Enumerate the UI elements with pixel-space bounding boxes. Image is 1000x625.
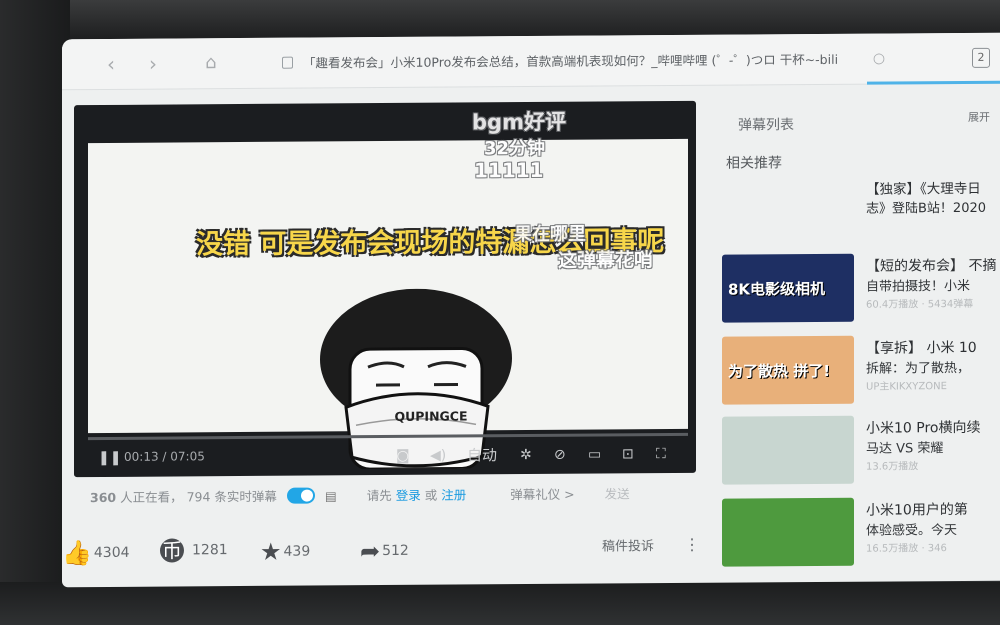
- thumbs-up-icon: 👍: [62, 539, 92, 568]
- player-controls: ❚❚ 00:13 / 07:05 ◙ ◀) 自动 ✲ ⊘ ▭ ⊡ ⛶: [74, 432, 696, 477]
- home-icon[interactable]: ⌂: [200, 52, 222, 74]
- url-field[interactable]: 「趣看发布会」小米10Pro发布会总结，首款高端机表现如何？_哔哩哔哩 (゜-゜…: [282, 49, 882, 73]
- volume-icon[interactable]: ◀): [430, 447, 446, 465]
- related-meta: 13.6万播放: [866, 461, 919, 473]
- related-header: 相关推荐: [726, 155, 782, 172]
- send-button[interactable]: 发送: [605, 486, 630, 501]
- player-top-area: [74, 101, 696, 141]
- url-text: 「趣看发布会」小米10Pro发布会总结，首款高端机表现如何？_哔哩哔哩 (゜-゜…: [303, 51, 839, 71]
- related-subtitle: 自带拍摄技！小米: [866, 278, 971, 295]
- related-item[interactable]: 8K电影级相机 【短的发布会】 不摘自带拍摄技！小米 60.4万播放 · 5434弹…: [722, 253, 1000, 325]
- share-arrow-icon: ➦: [360, 537, 381, 566]
- related-subtitle: 马达 VS 荣耀: [866, 441, 944, 457]
- tab-indicator: [867, 80, 1000, 85]
- star-icon: ★: [260, 537, 282, 566]
- forward-icon[interactable]: ›: [142, 52, 164, 76]
- lock-icon: [282, 56, 293, 69]
- related-thumbnail[interactable]: 为了散热 拼了!: [722, 335, 854, 405]
- related-title[interactable]: 小米10 Pro横向续: [866, 417, 1000, 438]
- danmaku-toggle-icon[interactable]: ⊘: [554, 446, 566, 464]
- related-title[interactable]: 小米10用户的第: [866, 499, 1000, 520]
- favorite-count: 439: [283, 543, 311, 560]
- related-item[interactable]: 为了散热 拼了! 【享拆】 小米 10 拆解：为了散热， UP主KIKXYZONE: [722, 335, 1000, 407]
- time-display: 00:13 / 07:05: [124, 449, 205, 464]
- danmaku-item: 11111: [474, 157, 544, 183]
- favorite-button[interactable]: ★ 439: [260, 538, 310, 566]
- fullscreen-icon[interactable]: ⛶: [656, 445, 666, 463]
- quality-selector[interactable]: 自动: [467, 446, 497, 464]
- danmaku-count: 794: [186, 489, 211, 505]
- danmaku-etiquette-link[interactable]: 弹幕礼仪 >: [510, 487, 574, 502]
- coin-icon: 币: [160, 538, 184, 563]
- monitor-bezel-bottom: [0, 582, 1000, 625]
- danmaku-info-bar: 360 人正在看， 794 条实时弹幕 ▤ 请先 登录 或 注册 弹幕礼仪 > …: [90, 483, 630, 506]
- expand-button[interactable]: 展开: [968, 109, 990, 125]
- danmaku-item: bgm好评: [472, 109, 566, 135]
- report-button[interactable]: 稿件投诉: [602, 535, 654, 554]
- danmaku-suffix: 条实时弹幕: [214, 488, 277, 505]
- related-subtitle: 拆解：为了散热，: [866, 360, 971, 377]
- related-list: 8K电影级相机 【短的发布会】 不摘自带拍摄技！小米 60.4万播放 · 5434弹…: [710, 93, 1000, 567]
- register-link[interactable]: 注册: [441, 487, 466, 502]
- related-meta: UP主KIKXYZONE: [866, 381, 947, 393]
- danmaku-item: 果在哪里: [514, 223, 586, 246]
- first-rec-sub: 志》登陆B站！2020: [866, 200, 987, 217]
- related-item[interactable]: 小米10用户的第体验感受。今天 16.5万播放 · 346: [722, 497, 1000, 569]
- related-thumbnail[interactable]: [722, 497, 854, 567]
- danmaku-switch[interactable]: [286, 487, 315, 504]
- login-link[interactable]: 登录: [396, 488, 421, 503]
- related-thumbnail[interactable]: [722, 415, 854, 485]
- login-prompt: 请先: [366, 487, 392, 504]
- related-title[interactable]: 【短的发布会】 不摘: [866, 255, 1000, 276]
- like-count: 4304: [93, 544, 130, 562]
- like-button[interactable]: 👍 4304: [62, 539, 130, 567]
- pause-icon[interactable]: ❚❚: [98, 449, 121, 467]
- refresh-icon[interactable]: ○: [868, 47, 890, 69]
- video-player[interactable]: 没错 可是发布会现场的特漏怎么回事呢 QUPINGCE bgm好评 32分钟 1…: [74, 100, 696, 478]
- first-rec-title[interactable]: 【独家】《大理寺日: [866, 177, 981, 198]
- bilibili-tv-icon[interactable]: ◙: [396, 447, 410, 465]
- share-button[interactable]: ➦ 512: [360, 537, 409, 565]
- share-count: 512: [382, 542, 409, 560]
- thumbnail-caption: 为了散热 拼了!: [728, 361, 831, 381]
- related-item[interactable]: 小米10 Pro横向续马达 VS 荣耀 13.6万播放: [722, 415, 1000, 487]
- related-title[interactable]: 【享拆】 小米 10: [866, 337, 1000, 358]
- mask-text: QUPINGCE: [394, 408, 468, 424]
- browser-window: ‹ › ⌂ 「趣看发布会」小米10Pro发布会总结，首款高端机表现如何？_哔哩哔…: [62, 32, 1000, 588]
- coin-count: 1281: [192, 542, 228, 559]
- related-meta: 16.5万播放 · 346: [866, 543, 947, 555]
- more-options-icon[interactable]: ⋮: [684, 535, 700, 554]
- settings-gear-icon[interactable]: ✲: [520, 446, 532, 464]
- monitor-bezel-left: [0, 0, 70, 625]
- back-icon[interactable]: ‹: [100, 52, 122, 76]
- or-text: 或: [424, 487, 438, 503]
- address-bar: ‹ › ⌂ 「趣看发布会」小米10Pro发布会总结，首款高端机表现如何？_哔哩哔…: [62, 32, 1000, 91]
- related-subtitle: 体验感受。今天: [866, 523, 958, 539]
- webpage-fullscreen-icon[interactable]: ⊡: [622, 445, 634, 463]
- video-frame[interactable]: 没错 可是发布会现场的特漏怎么回事呢 QUPINGCE: [88, 138, 688, 471]
- related-meta: 60.4万播放 · 5434弹幕: [866, 298, 974, 311]
- time-current: 00:13: [124, 449, 159, 464]
- related-thumbnail[interactable]: 8K电影级相机: [722, 253, 854, 323]
- time-total: 07:05: [170, 449, 205, 464]
- danmaku-style-icon[interactable]: ▤: [325, 488, 337, 503]
- thumbnail-caption: 8K电影级相机: [728, 279, 826, 299]
- viewer-suffix: 人正在看，: [120, 489, 183, 505]
- tab-count-button[interactable]: 2: [972, 47, 990, 68]
- coin-button[interactable]: 币 1281: [160, 538, 228, 563]
- danmaku-item: 这弹幕花哨: [558, 249, 654, 272]
- viewer-count: 360: [90, 489, 117, 506]
- right-sidebar: 弹幕列表 展开 相关推荐 【独家】《大理寺日 志》登陆B站！2020 8K电影级…: [710, 93, 1000, 583]
- action-bar: 👍 4304 币 1281 ★ 439 ➦ 512 稿件投诉 ⋮: [62, 535, 702, 569]
- danmaku-item: 32分钟: [484, 137, 546, 160]
- danmaku-list-header[interactable]: 弹幕列表: [738, 114, 794, 134]
- widescreen-icon[interactable]: ▭: [588, 446, 601, 464]
